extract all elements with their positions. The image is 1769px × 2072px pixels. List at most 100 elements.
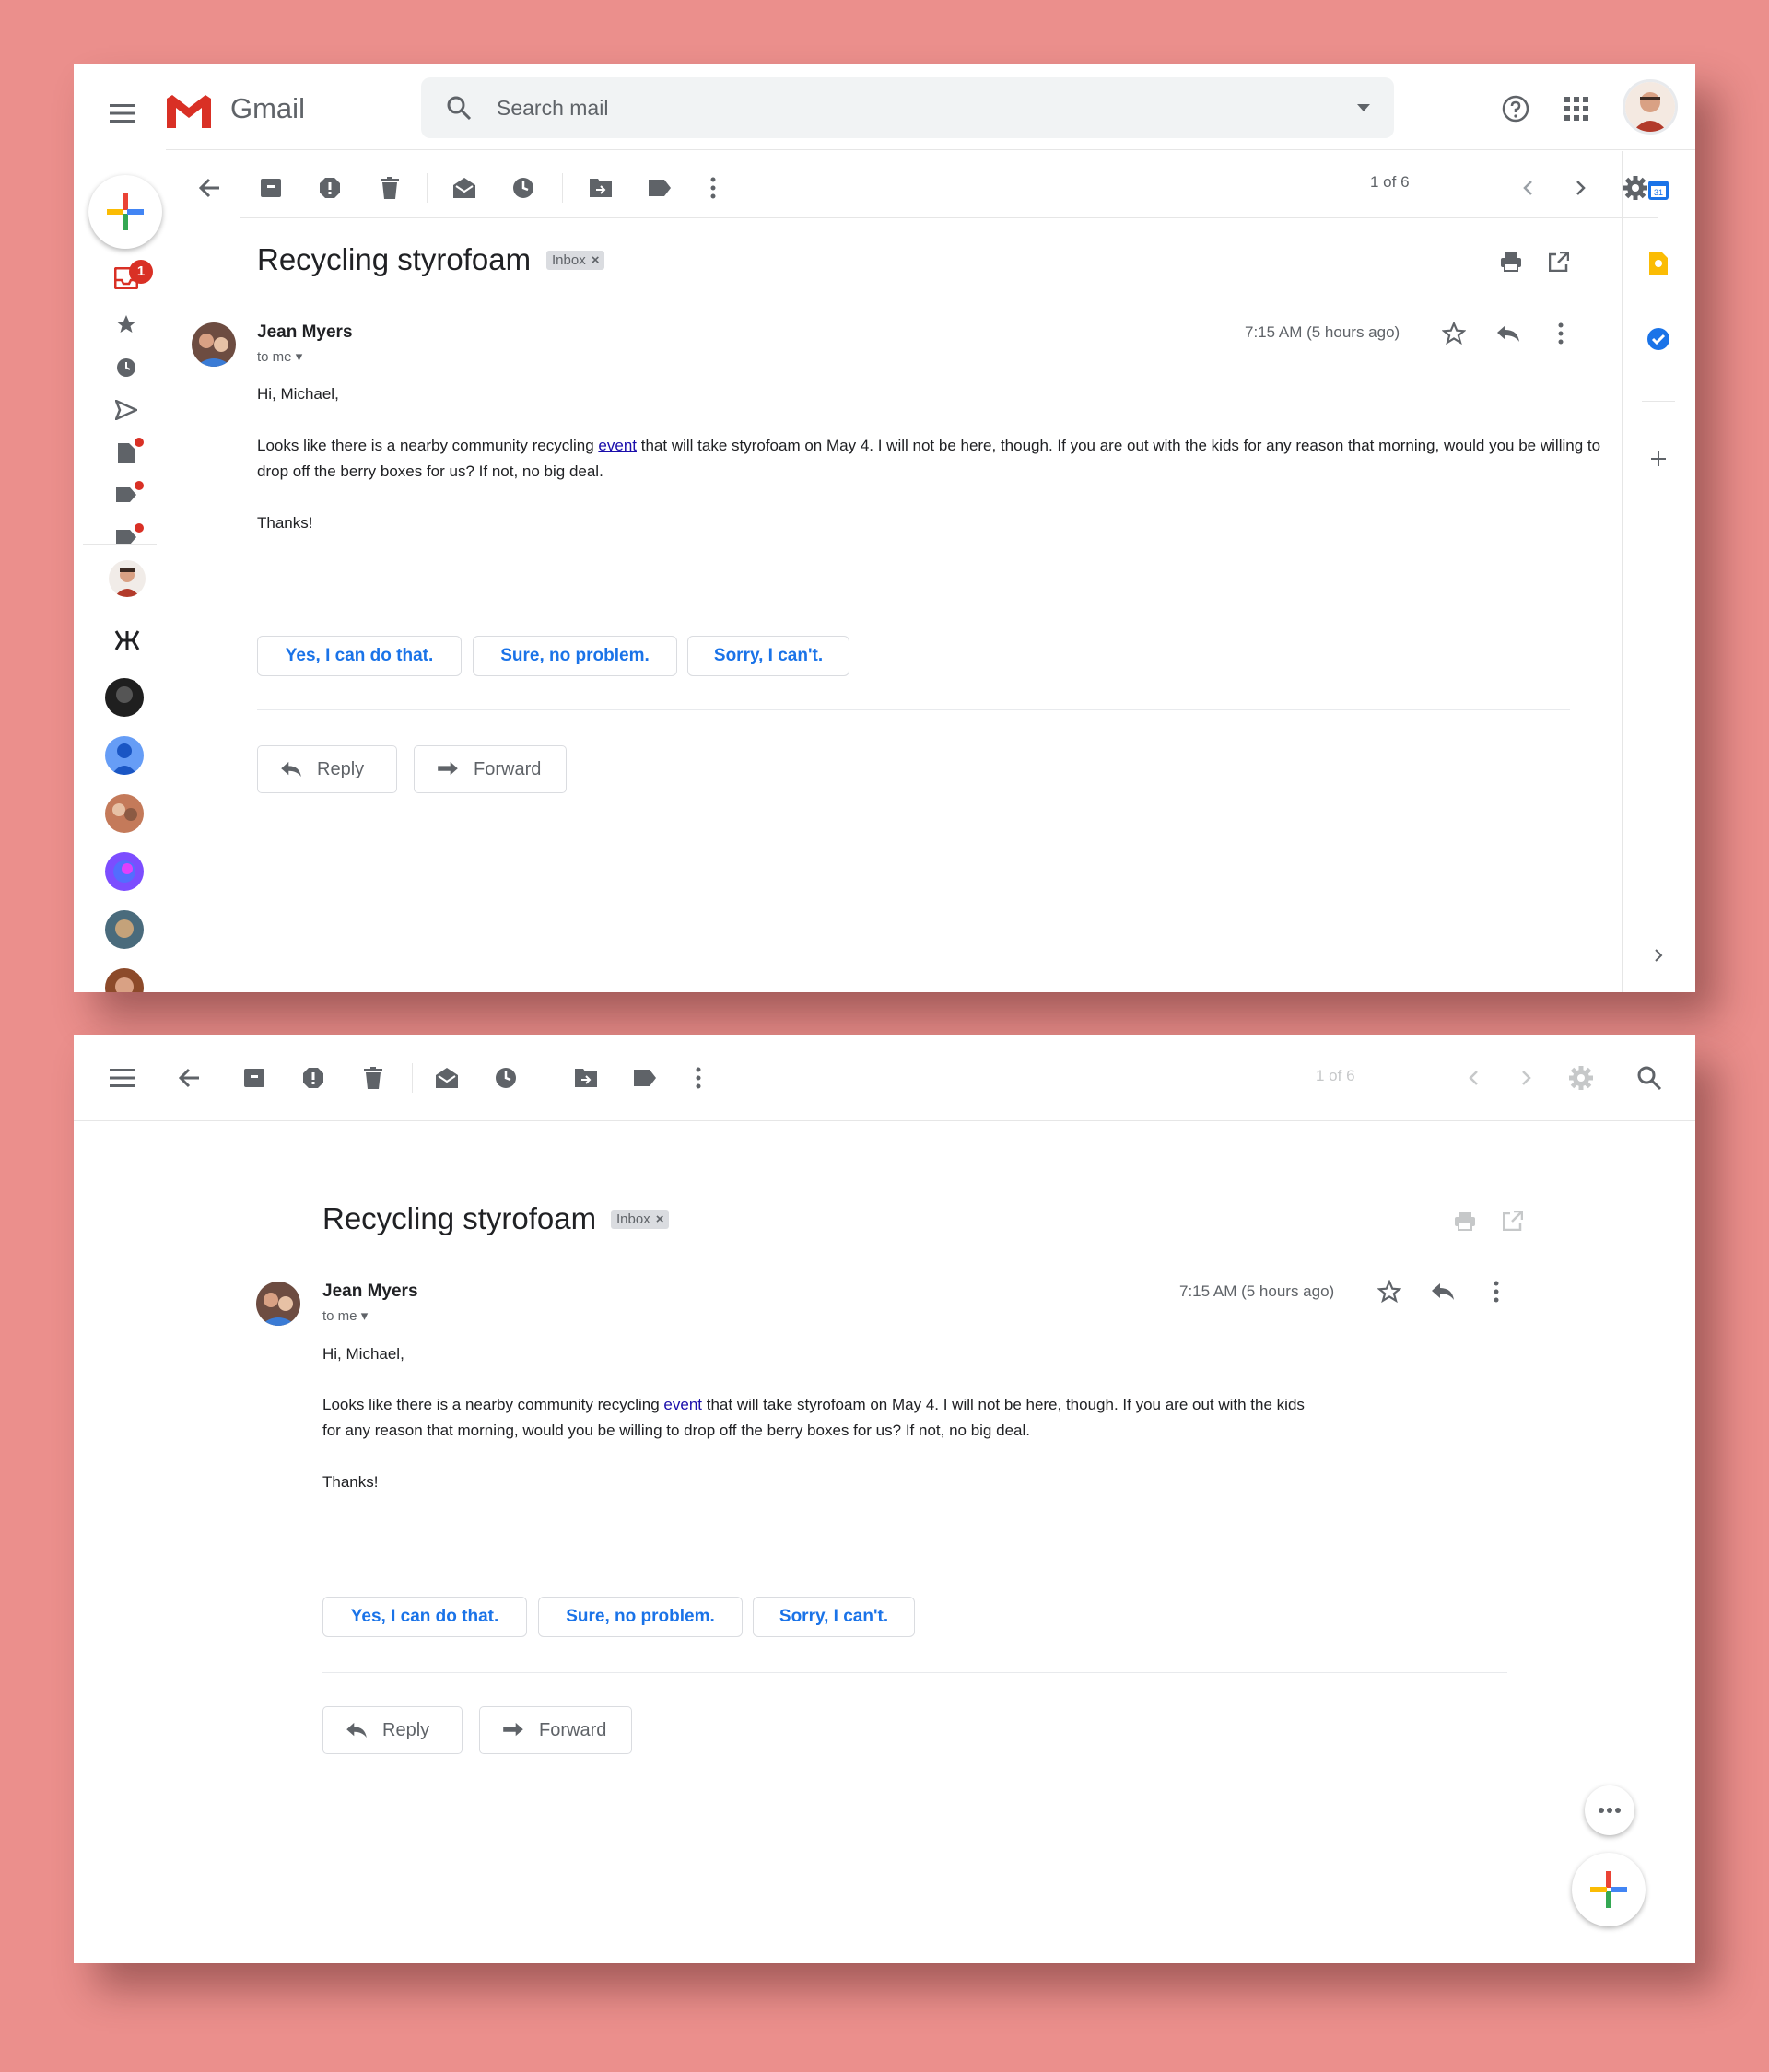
email-body-paragraph: Looks like there is a nearby community r…: [322, 1392, 1308, 1444]
archive-icon[interactable]: [234, 1058, 275, 1098]
toolbar-divider: [74, 1120, 1695, 1121]
search-bar[interactable]: Search mail: [421, 77, 1394, 138]
forward-button[interactable]: Forward: [479, 1706, 632, 1754]
sender-name[interactable]: Jean Myers: [257, 322, 353, 343]
report-spam-icon[interactable]: [310, 168, 350, 208]
sender-avatar[interactable]: [256, 1282, 300, 1326]
message-more-vert-icon[interactable]: [1478, 1273, 1515, 1310]
search-icon[interactable]: [441, 90, 476, 125]
message-more-vert-icon[interactable]: [1542, 315, 1579, 352]
more-options-button[interactable]: [1585, 1785, 1634, 1835]
smart-reply-yes[interactable]: Yes, I can do that.: [257, 636, 462, 676]
apps-grid-icon[interactable]: [1559, 91, 1594, 126]
label-icon[interactable]: [625, 1058, 665, 1098]
delete-icon[interactable]: [369, 168, 410, 208]
help-icon[interactable]: [1498, 91, 1533, 126]
archive-icon[interactable]: [251, 168, 291, 208]
open-in-new-window-icon[interactable]: [1494, 1202, 1531, 1239]
keep-icon[interactable]: [1640, 245, 1677, 282]
delete-icon[interactable]: [353, 1058, 393, 1098]
snooze-icon[interactable]: [486, 1058, 526, 1098]
recipient-summary[interactable]: to me ▾: [257, 348, 302, 365]
chevron-right-icon[interactable]: [1640, 937, 1677, 974]
older-chevron-right-icon[interactable]: [1506, 1058, 1547, 1098]
back-arrow-icon[interactable]: [170, 1058, 210, 1098]
hangouts-icon[interactable]: [109, 622, 146, 659]
inbox-label-text: Inbox: [616, 1212, 650, 1227]
contact-avatar[interactable]: [109, 560, 146, 597]
move-to-icon[interactable]: [580, 168, 621, 208]
compose-button[interactable]: [88, 175, 162, 249]
star-outline-icon[interactable]: [1435, 315, 1472, 352]
event-link[interactable]: event: [598, 437, 637, 454]
star-outline-icon[interactable]: [1371, 1273, 1408, 1310]
svg-text:31: 31: [1654, 188, 1663, 197]
reply-icon[interactable]: [1424, 1273, 1461, 1310]
sender-avatar[interactable]: [192, 322, 236, 367]
toolbar-divider: [240, 217, 1658, 218]
report-spam-icon[interactable]: [293, 1058, 334, 1098]
newer-chevron-left-icon[interactable]: [1507, 168, 1548, 208]
calendar-icon[interactable]: 31: [1640, 171, 1677, 208]
newer-chevron-left-icon[interactable]: [1453, 1058, 1494, 1098]
label-icon[interactable]: [639, 168, 680, 208]
side-panel-border: [1622, 151, 1623, 992]
contact-avatar[interactable]: [105, 678, 144, 717]
move-to-icon[interactable]: [566, 1058, 606, 1098]
print-icon[interactable]: [1493, 243, 1529, 280]
mark-unread-icon[interactable]: [427, 1058, 467, 1098]
contact-avatar[interactable]: [105, 794, 144, 833]
add-addon-icon[interactable]: [1640, 440, 1677, 477]
reply-button[interactable]: Reply: [257, 745, 397, 793]
search-icon[interactable]: [1629, 1058, 1669, 1098]
contact-avatar[interactable]: [105, 968, 144, 992]
pagination-counter: 1 of 6: [1316, 1067, 1355, 1084]
snoozed-clock-icon[interactable]: [111, 352, 142, 383]
older-chevron-right-icon[interactable]: [1561, 168, 1601, 208]
menu-icon[interactable]: [101, 1057, 144, 1099]
menu-icon[interactable]: [101, 92, 144, 135]
more-vert-icon[interactable]: [693, 168, 733, 208]
mark-unread-icon[interactable]: [444, 168, 485, 208]
inbox-label-chip[interactable]: Inbox ×: [611, 1210, 670, 1229]
smart-reply-sorry[interactable]: Sorry, I can't.: [753, 1597, 915, 1637]
remove-label-icon[interactable]: ×: [656, 1212, 664, 1227]
contact-avatar[interactable]: [105, 852, 144, 891]
account-avatar[interactable]: [1686, 1057, 1695, 1099]
forward-label: Forward: [539, 1719, 607, 1740]
remove-label-icon[interactable]: ×: [592, 252, 600, 268]
inbox-label-chip[interactable]: Inbox ×: [546, 251, 605, 270]
recipient-dropdown-icon[interactable]: ▾: [361, 1308, 369, 1324]
side-panel-divider: [1642, 401, 1675, 402]
search-input[interactable]: Search mail: [497, 77, 608, 138]
sent-icon[interactable]: [111, 394, 142, 426]
starred-icon[interactable]: [111, 309, 142, 340]
print-icon[interactable]: [1447, 1202, 1483, 1239]
forward-button[interactable]: Forward: [414, 745, 567, 793]
gmail-logo[interactable]: [161, 90, 217, 133]
smart-reply-sure[interactable]: Sure, no problem.: [538, 1597, 743, 1637]
account-avatar[interactable]: [1623, 79, 1678, 135]
tasks-icon[interactable]: [1640, 321, 1677, 357]
recipient-summary[interactable]: to me ▾: [322, 1307, 368, 1324]
settings-gear-icon[interactable]: [1561, 1058, 1601, 1098]
reply-icon[interactable]: [1490, 315, 1527, 352]
email-signoff: Thanks!: [322, 1473, 379, 1491]
open-in-new-window-icon[interactable]: [1541, 243, 1577, 280]
contact-avatar[interactable]: [105, 736, 144, 775]
compose-button[interactable]: [1572, 1853, 1646, 1926]
smart-reply-sure[interactable]: Sure, no problem.: [473, 636, 677, 676]
smart-reply-sorry[interactable]: Sorry, I can't.: [687, 636, 849, 676]
smart-reply-yes[interactable]: Yes, I can do that.: [322, 1597, 527, 1637]
recipient-dropdown-icon[interactable]: ▾: [296, 349, 303, 365]
sender-name[interactable]: Jean Myers: [322, 1282, 418, 1302]
search-options-dropdown-icon[interactable]: [1352, 96, 1376, 120]
event-link[interactable]: event: [663, 1396, 702, 1413]
reply-button[interactable]: Reply: [322, 1706, 463, 1754]
email-body-paragraph: Looks like there is a nearby community r…: [257, 433, 1611, 485]
back-arrow-icon[interactable]: [190, 168, 230, 208]
more-vert-icon[interactable]: [678, 1058, 719, 1098]
compose-plus-icon: [1590, 1871, 1627, 1908]
snooze-icon[interactable]: [503, 168, 544, 208]
contact-avatar[interactable]: [105, 910, 144, 949]
